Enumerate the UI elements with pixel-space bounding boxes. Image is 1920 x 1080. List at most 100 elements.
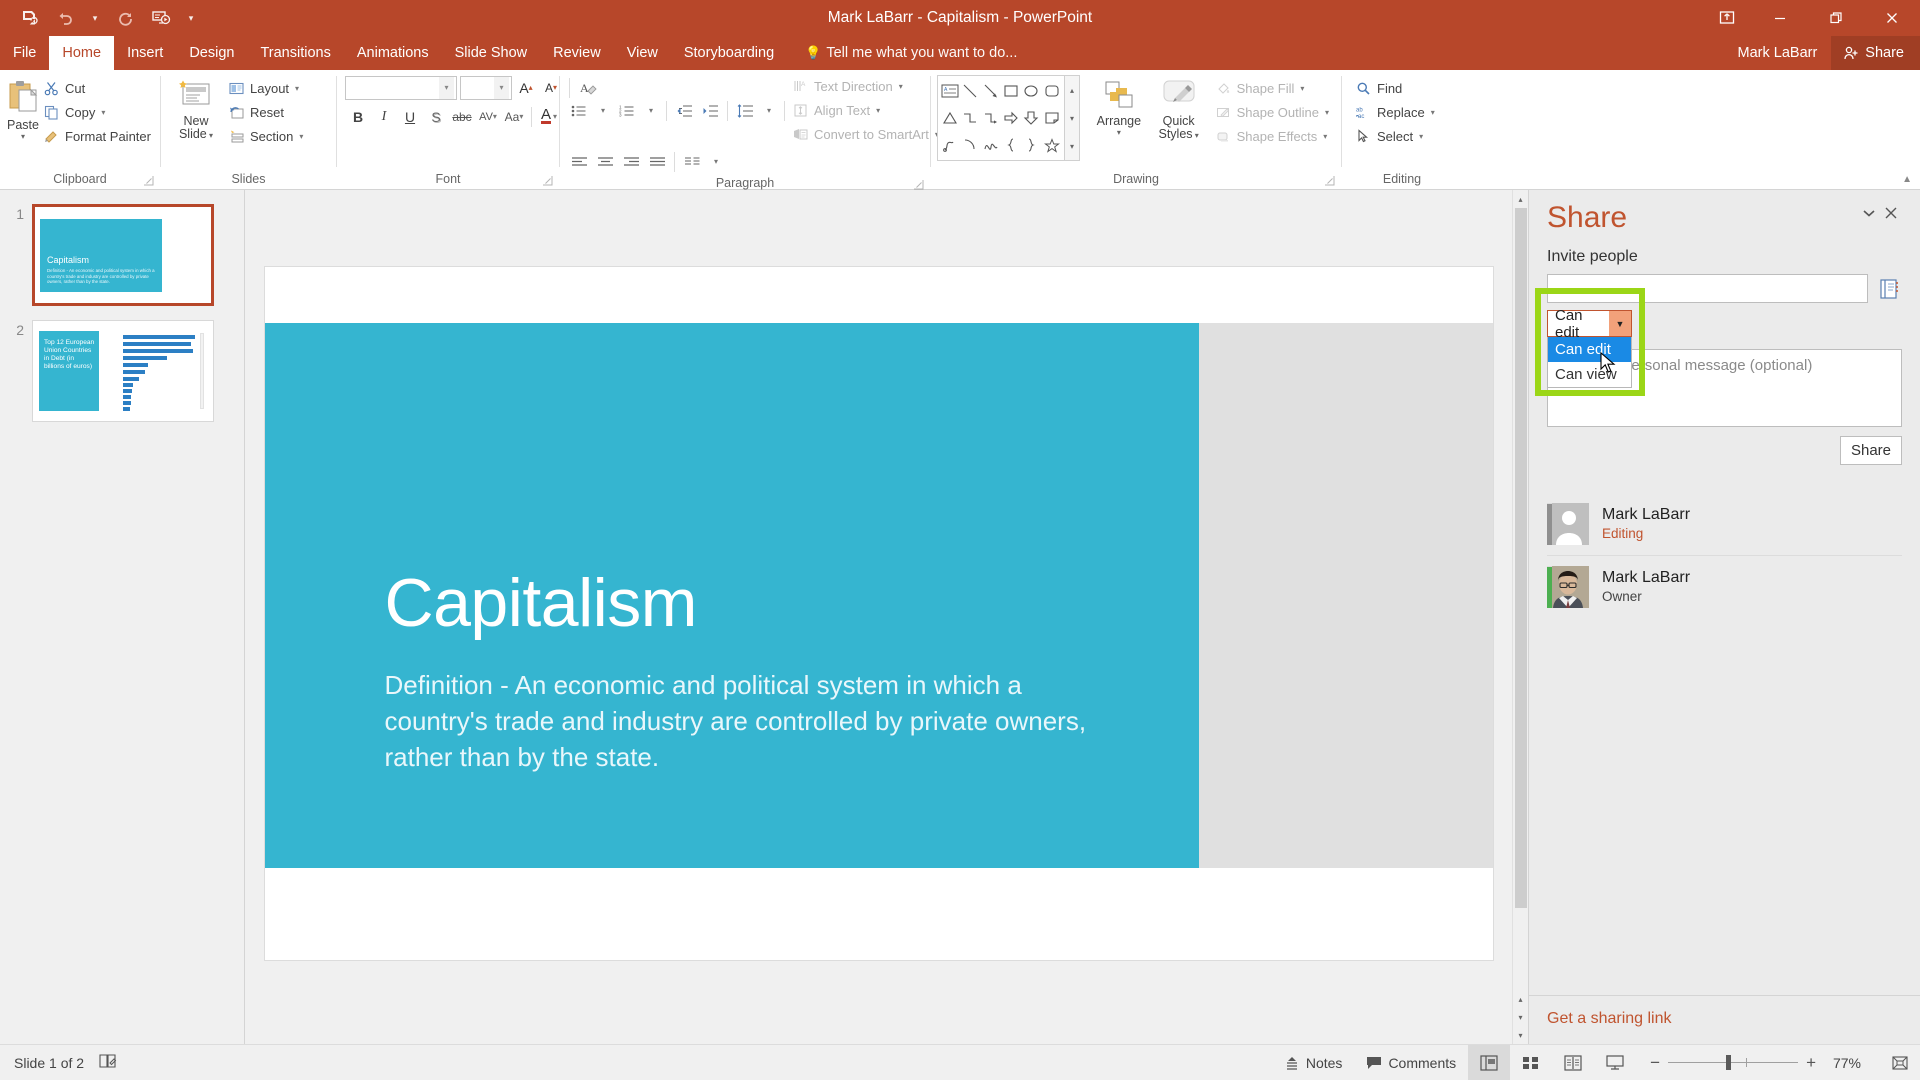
shapes-more-icon[interactable]: ▾	[1065, 132, 1079, 160]
shape-outline-button[interactable]: Shape Outline ▾	[1212, 101, 1335, 124]
shapes-gallery[interactable]: A ▴ ▾ ▾	[937, 75, 1080, 161]
replace-caret-icon[interactable]: ▾	[1431, 108, 1435, 117]
drawing-dialog-launcher[interactable]	[1323, 173, 1335, 186]
find-button[interactable]: Find	[1352, 77, 1441, 100]
font-name-caret-icon[interactable]: ▾	[439, 76, 454, 99]
slide-title[interactable]: Capitalism	[385, 564, 698, 642]
numbering-caret-icon[interactable]: ▾	[640, 98, 662, 123]
permission-option-can-edit[interactable]: Can edit	[1548, 337, 1631, 362]
account-name[interactable]: Mark LaBarr	[1738, 45, 1832, 61]
permission-dropdown[interactable]: Can edit ▼	[1547, 307, 1632, 341]
copy-button[interactable]: Copy ▾	[40, 101, 157, 124]
tab-file[interactable]: File	[0, 36, 49, 70]
section-caret-icon[interactable]: ▾	[299, 132, 303, 141]
strikethrough-button[interactable]: abc	[449, 104, 475, 129]
cut-button[interactable]: Cut	[40, 77, 157, 100]
address-book-icon[interactable]	[1876, 276, 1902, 302]
close-icon[interactable]	[1880, 202, 1902, 224]
italic-button[interactable]: I	[371, 104, 397, 129]
shapes-scroll-down-icon[interactable]: ▾	[1065, 104, 1079, 132]
undo-icon[interactable]	[48, 3, 82, 33]
shape-arrow-icon[interactable]	[981, 78, 1001, 105]
tab-insert[interactable]: Insert	[114, 36, 176, 70]
thumbnail-slide-2[interactable]: Top 12 European Union Countries in Debt …	[32, 320, 214, 422]
font-size-caret-icon[interactable]: ▾	[494, 76, 509, 99]
shape-rectangle-icon[interactable]	[1001, 78, 1021, 105]
select-button[interactable]: Select ▾	[1352, 125, 1441, 148]
align-right-button[interactable]	[618, 149, 644, 174]
shape-left-brace-icon[interactable]	[1001, 131, 1021, 158]
share-button-titlebar[interactable]: Share	[1831, 36, 1920, 70]
slide-body-text[interactable]: Definition - An economic and political s…	[385, 667, 1115, 775]
zoom-level[interactable]: 77%	[1824, 1055, 1870, 1071]
tell-me-search[interactable]: 💡 Tell me what you want to do...	[787, 36, 1030, 70]
customize-qat-icon[interactable]: ▾	[180, 3, 202, 33]
clipboard-dialog-launcher[interactable]	[142, 173, 154, 186]
new-slide-button[interactable]: New Slide ▾	[167, 75, 225, 141]
invite-people-input[interactable]	[1547, 274, 1868, 303]
person-row[interactable]: Mark LaBarr Editing	[1547, 493, 1902, 555]
bold-button[interactable]: B	[345, 104, 371, 129]
scroll-down-icon[interactable]: ▾	[1513, 1026, 1528, 1044]
paragraph-dialog-launcher[interactable]	[912, 177, 924, 190]
shape-effects-button[interactable]: Shape Effects ▾	[1212, 125, 1335, 148]
start-from-beginning-icon[interactable]	[144, 3, 178, 33]
align-text-button[interactable]: Align Text ▾	[789, 99, 945, 122]
tab-home[interactable]: Home	[49, 36, 115, 70]
thumbnail-slide-1[interactable]: Capitalism Definition - An economic and …	[32, 204, 214, 306]
increase-font-size-button[interactable]: A ▴	[515, 75, 537, 100]
scroll-up-icon[interactable]: ▴	[1513, 190, 1528, 208]
notes-button[interactable]: Notes	[1272, 1045, 1355, 1080]
section-button[interactable]: Section ▾	[225, 125, 309, 148]
notes-indicator-icon[interactable]	[98, 1053, 118, 1072]
shape-triangle-icon[interactable]	[940, 105, 960, 132]
shape-scribble-icon[interactable]	[940, 131, 960, 158]
shape-fill-button[interactable]: Shape Fill ▾	[1212, 77, 1335, 100]
shape-arc-icon[interactable]	[960, 131, 980, 158]
paste-caret-icon[interactable]: ▾	[21, 132, 25, 141]
arrange-caret-icon[interactable]: ▾	[1117, 128, 1121, 137]
collapse-ribbon-icon[interactable]: ▲	[1902, 174, 1912, 185]
select-caret-icon[interactable]: ▾	[1419, 132, 1423, 141]
format-painter-button[interactable]: Format Painter	[40, 125, 157, 148]
arrange-button[interactable]: Arrange ▾	[1088, 75, 1150, 137]
convert-to-smartart-button[interactable]: Convert to SmartArt ▾	[789, 123, 945, 146]
redo-icon[interactable]	[108, 3, 142, 33]
slide-show-button[interactable]	[1594, 1045, 1636, 1080]
next-slide-icon[interactable]: ▾	[1513, 1008, 1528, 1026]
scrollbar-thumb[interactable]	[1515, 208, 1527, 908]
previous-slide-icon[interactable]: ▴	[1513, 990, 1528, 1008]
shape-right-arrow-icon[interactable]	[1001, 105, 1021, 132]
tab-animations[interactable]: Animations	[344, 36, 442, 70]
increase-indent-button[interactable]	[697, 98, 723, 123]
change-case-button[interactable]: Aa ▾	[501, 104, 527, 129]
undo-dropdown-icon[interactable]: ▾	[84, 3, 106, 33]
font-name-combobox[interactable]: ▾	[345, 75, 457, 100]
shape-elbow-connector-icon[interactable]	[960, 105, 980, 132]
justify-button[interactable]	[644, 149, 670, 174]
bullets-caret-icon[interactable]: ▾	[592, 98, 614, 123]
permission-option-can-view[interactable]: Can view	[1548, 362, 1631, 387]
underline-button[interactable]: U	[397, 104, 423, 129]
zoom-control[interactable]: − + 77%	[1636, 1054, 1880, 1071]
reset-button[interactable]: Reset	[225, 101, 309, 124]
shape-line-icon[interactable]	[960, 78, 980, 105]
normal-view-button[interactable]	[1468, 1044, 1511, 1080]
text-shadow-button[interactable]: S	[423, 104, 449, 129]
get-sharing-link[interactable]: Get a sharing link	[1547, 1010, 1902, 1028]
zoom-slider[interactable]	[1668, 1055, 1799, 1070]
layout-button[interactable]: Layout ▾	[225, 77, 309, 100]
tab-storyboarding[interactable]: Storyboarding	[671, 36, 787, 70]
shape-rounded-rect-icon[interactable]	[1042, 78, 1062, 105]
slide-canvas[interactable]: Capitalism Definition - An economic and …	[264, 266, 1493, 960]
restore-icon[interactable]	[1808, 0, 1864, 36]
share-submit-button[interactable]: Share	[1840, 436, 1902, 465]
tab-review[interactable]: Review	[540, 36, 614, 70]
align-left-button[interactable]	[566, 149, 592, 174]
numbering-button[interactable]: 123	[614, 98, 640, 123]
columns-caret-icon[interactable]: ▾	[705, 149, 727, 174]
layout-caret-icon[interactable]: ▾	[295, 84, 299, 93]
copy-caret-icon[interactable]: ▾	[101, 108, 105, 117]
decrease-font-size-button[interactable]: A ▾	[540, 75, 562, 100]
slide-sorter-view-button[interactable]	[1510, 1045, 1552, 1080]
